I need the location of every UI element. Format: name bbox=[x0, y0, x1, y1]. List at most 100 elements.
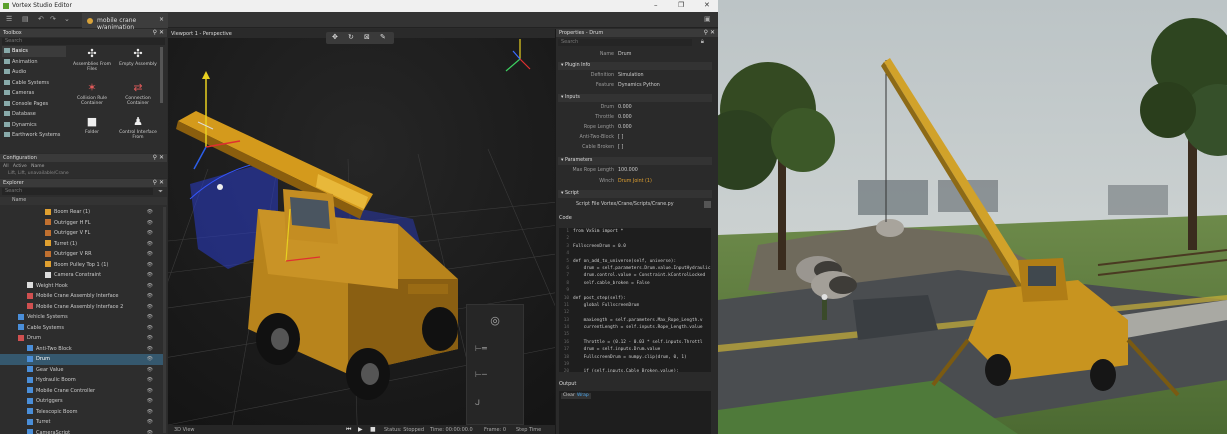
properties-close-icon[interactable]: ⚲ ✕ bbox=[704, 29, 715, 36]
explorer-row[interactable]: Turret 👁︎ bbox=[0, 417, 165, 428]
explorer-row[interactable]: Hydraulic Boom 👁︎ bbox=[0, 375, 165, 386]
explorer-row[interactable]: Weight Hook 👁︎ bbox=[0, 281, 165, 292]
toolbox-category[interactable]: Earthwork Systems bbox=[2, 130, 66, 141]
explorer-scrollbar[interactable] bbox=[163, 207, 166, 433]
script-file-row[interactable]: Script File Vortex/Crane/Scripts/Crane.p… bbox=[556, 201, 706, 209]
rotate-icon[interactable]: ↻ bbox=[348, 33, 354, 41]
save-icon[interactable]: ▤ bbox=[22, 15, 29, 23]
browse-file-button[interactable] bbox=[704, 201, 711, 208]
code-line[interactable]: 3 FullscreenDrum = 0.0 bbox=[559, 243, 711, 250]
visibility-eye-icon[interactable]: 👁︎ bbox=[147, 417, 153, 428]
toolbox-close-icon[interactable]: ⚲ ✕ bbox=[153, 29, 164, 36]
script-section[interactable]: ▾ Script bbox=[558, 190, 712, 198]
maximize-button[interactable]: ❐ bbox=[678, 1, 684, 9]
code-line[interactable]: 12 bbox=[559, 309, 711, 316]
visibility-eye-icon[interactable]: 👁︎ bbox=[147, 312, 153, 323]
name-field[interactable]: Drum bbox=[618, 51, 631, 59]
explorer-row[interactable]: Gear Value 👁︎ bbox=[0, 365, 165, 376]
input-row[interactable]: Rope Length 0.000 bbox=[556, 124, 714, 132]
parameter-row[interactable]: Max Rope Length 100.000 bbox=[556, 167, 714, 175]
code-line[interactable]: 1 from VxSim import * bbox=[559, 228, 711, 235]
explorer-row[interactable]: Outrigger H FL 👁︎ bbox=[0, 218, 165, 229]
boom-thumbnail-icon[interactable]: ⊢─ bbox=[475, 365, 515, 385]
wrap-button[interactable]: Wrap bbox=[575, 393, 591, 399]
visibility-eye-icon[interactable]: 👁︎ bbox=[147, 386, 153, 397]
view-mode[interactable]: 3D View bbox=[174, 427, 195, 433]
input-row[interactable]: Anti-Two-Block[ ] bbox=[556, 134, 714, 142]
visibility-eye-icon[interactable]: 👁︎ bbox=[147, 354, 153, 365]
explorer-row[interactable]: Mobile Crane Assembly Interface 2 👁︎ bbox=[0, 302, 165, 313]
visibility-eye-icon[interactable]: 👁︎ bbox=[147, 260, 153, 271]
visibility-eye-icon[interactable]: 👁︎ bbox=[147, 396, 153, 407]
explorer-search-input[interactable]: Search bbox=[2, 188, 153, 195]
pencil-icon[interactable]: ✎ bbox=[380, 33, 386, 41]
toolbox-category[interactable]: Audio bbox=[2, 67, 66, 78]
code-line[interactable]: 10 def post_step(self): bbox=[559, 295, 711, 302]
visibility-eye-icon[interactable]: 👁︎ bbox=[147, 239, 153, 250]
gauge-icon[interactable]: ◎ bbox=[475, 311, 515, 331]
visibility-eye-icon[interactable]: 👁︎ bbox=[147, 249, 153, 260]
filter-icon[interactable]: ⏷ bbox=[158, 188, 163, 196]
explorer-row[interactable]: Mobile Crane Controller 👁︎ bbox=[0, 386, 165, 397]
visibility-eye-icon[interactable]: 👁︎ bbox=[147, 228, 153, 239]
toolbox-item-connection-container[interactable]: ⇄ Connection Container bbox=[116, 82, 160, 107]
toolbox-category[interactable]: Basics bbox=[2, 46, 66, 57]
explorer-row[interactable]: Turret (1) 👁︎ bbox=[0, 239, 165, 250]
explorer-row[interactable]: Outriggers 👁︎ bbox=[0, 396, 165, 407]
parameters-section[interactable]: ▾ Parameters bbox=[558, 157, 712, 165]
code-line[interactable]: 11 global FullscreenDrum bbox=[559, 302, 711, 309]
code-line[interactable]: 20 if (self.inputs.Cable_Broken.value): bbox=[559, 368, 711, 372]
visibility-eye-icon[interactable]: 👁︎ bbox=[147, 291, 153, 302]
toolbox-search-input[interactable]: Search bbox=[2, 38, 165, 45]
code-line[interactable]: 19 bbox=[559, 361, 711, 368]
redo-icon[interactable]: ↷ bbox=[50, 15, 56, 23]
explorer-row[interactable]: Vehicle Systems 👁︎ bbox=[0, 312, 165, 323]
explorer-row[interactable]: Cable Systems 👁︎ bbox=[0, 323, 165, 334]
crane-thumbnail-icon[interactable]: ⊢═ bbox=[475, 339, 515, 359]
toolbox-category[interactable]: Database bbox=[2, 109, 66, 120]
visibility-eye-icon[interactable]: 👁︎ bbox=[147, 375, 153, 386]
code-line[interactable]: 18 FullscreenDrum = numpy.clip(drum, 0, … bbox=[559, 354, 711, 361]
configuration-tab[interactable]: Active bbox=[13, 164, 27, 169]
close-tab-icon[interactable]: × bbox=[159, 16, 164, 23]
toolbox-category[interactable]: Cable Systems bbox=[2, 78, 66, 89]
visibility-eye-icon[interactable]: 👁︎ bbox=[147, 302, 153, 313]
toolbox-item-folder[interactable]: ■ Folder bbox=[70, 116, 114, 136]
explorer-row[interactable]: Camera Constraint 👁︎ bbox=[0, 270, 165, 281]
lock-icon[interactable]: 🔒︎ bbox=[701, 38, 704, 46]
code-line[interactable]: 8 self.cable_broken = False bbox=[559, 280, 711, 287]
code-line[interactable]: 6 drum = self.parameters.Drum.value.Inpu… bbox=[559, 265, 711, 272]
visibility-eye-icon[interactable]: 👁︎ bbox=[147, 323, 153, 334]
explorer-row[interactable]: Mobile Crane Assembly Interface 👁︎ bbox=[0, 291, 165, 302]
toolbox-category[interactable]: Cameras bbox=[2, 88, 66, 99]
explorer-row[interactable]: Anti-Two Block 👁︎ bbox=[0, 344, 165, 355]
close-window-button[interactable]: ✕ bbox=[704, 1, 710, 9]
visibility-eye-icon[interactable]: 👁︎ bbox=[147, 344, 153, 355]
toolbox-item-empty-assembly[interactable]: ✣ Empty Assembly bbox=[116, 48, 160, 68]
code-editor[interactable]: 1 from VxSim import * 2 3 FullscreenDrum = 0… bbox=[559, 228, 711, 372]
visibility-eye-icon[interactable]: 👁︎ bbox=[147, 270, 153, 281]
toolbox-category[interactable]: Dynamics bbox=[2, 120, 66, 131]
parameter-row[interactable]: Winch Drum Joint (1) bbox=[556, 178, 714, 186]
play-icon[interactable]: ▶ bbox=[358, 426, 363, 433]
input-row[interactable]: Drum 0.000 bbox=[556, 104, 714, 112]
code-line[interactable]: 4 bbox=[559, 250, 711, 257]
toolbox-category[interactable]: Console Pages bbox=[2, 99, 66, 110]
visibility-eye-icon[interactable]: 👁︎ bbox=[147, 407, 153, 418]
code-line[interactable]: 15 bbox=[559, 331, 711, 338]
dropdown-icon[interactable]: ⌄ bbox=[64, 15, 70, 23]
code-line[interactable]: 2 bbox=[559, 235, 711, 242]
configuration-close-icon[interactable]: ⚲ ✕ bbox=[153, 154, 164, 161]
visibility-eye-icon[interactable]: 👁︎ bbox=[147, 365, 153, 376]
code-line[interactable]: 9 bbox=[559, 287, 711, 294]
scale-icon[interactable]: ⊠ bbox=[364, 33, 370, 41]
visibility-eye-icon[interactable]: 👁︎ bbox=[147, 281, 153, 292]
explorer-row[interactable]: Telescopic Boom 👁︎ bbox=[0, 407, 165, 418]
undo-icon[interactable]: ↶ bbox=[38, 15, 44, 23]
viewport-3d[interactable]: Viewport 1 - Perspective ✥ ↻ ⊠ ✎ ◎ ⊢═ ⊢─… bbox=[168, 29, 555, 434]
explorer-close-icon[interactable]: ⚲ ✕ bbox=[153, 179, 164, 186]
toolbox-category[interactable]: Animation bbox=[2, 57, 66, 68]
configuration-tab[interactable]: Name bbox=[31, 164, 44, 169]
toolbox-scrollbar[interactable] bbox=[160, 47, 163, 103]
explorer-row[interactable]: Drum 👁︎ bbox=[0, 354, 165, 365]
